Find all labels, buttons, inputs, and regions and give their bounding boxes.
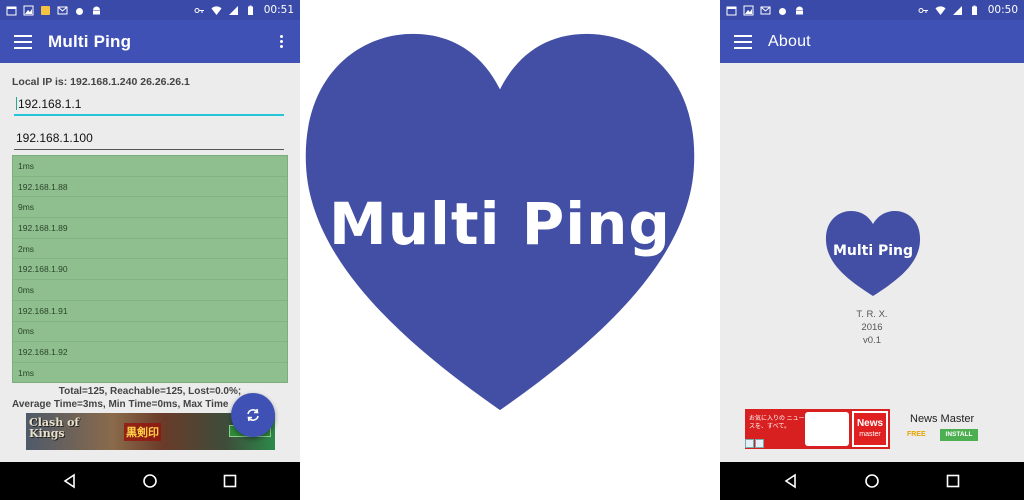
- ad-banner-image: お気に入りの ニュースを、すべて。 News master: [745, 409, 890, 449]
- hamburger-menu-icon[interactable]: [14, 34, 32, 49]
- result-row: 192.168.1.89: [13, 218, 287, 239]
- app-title: Multi Ping: [48, 31, 132, 51]
- ad-app-logo: News master: [852, 411, 888, 447]
- screenshot-root: 00:51 Multi Ping Local IP is: 192.168.1.…: [0, 0, 1024, 500]
- about-year: 2016: [861, 322, 883, 333]
- signal-icon: [952, 5, 963, 16]
- about-info: T. R. X. 2016 v0.1: [720, 308, 1024, 347]
- refresh-icon: [247, 408, 259, 422]
- result-row: 192.168.1.92: [13, 342, 287, 363]
- result-row: 2ms: [13, 239, 287, 260]
- app-logo-panel: Multi Ping: [300, 0, 720, 500]
- result-row: 1ms: [13, 156, 287, 177]
- result-row: 192.168.1.88: [13, 177, 287, 198]
- end-ip-input[interactable]: 192.168.1.100: [14, 128, 284, 150]
- android-icon: [91, 5, 102, 16]
- result-row: 0ms: [13, 322, 287, 343]
- signal-icon: [228, 5, 239, 16]
- mail-icon: [760, 5, 771, 16]
- result-row: 192.168.1.91: [13, 301, 287, 322]
- home-button[interactable]: [860, 469, 884, 493]
- local-ip-label: Local IP is: 192.168.1.240 26.26.26.1: [12, 76, 190, 88]
- result-row: 1ms: [13, 363, 287, 382]
- drop-icon: [777, 5, 788, 16]
- ad-free-label: FREE: [907, 431, 926, 438]
- back-icon: [63, 473, 75, 489]
- image-icon: [743, 5, 754, 16]
- mail-icon: [57, 5, 68, 16]
- result-row: 9ms: [13, 197, 287, 219]
- about-version: v0.1: [863, 335, 881, 346]
- app-bar: About: [720, 20, 1024, 63]
- recents-icon: [947, 474, 960, 488]
- app-bar: Multi Ping: [0, 20, 300, 63]
- calendar-icon: [6, 5, 17, 16]
- about-logo-text: Multi Ping: [832, 243, 914, 259]
- text-caret: [16, 97, 17, 110]
- start-ip-input[interactable]: 192.168.1.1: [14, 94, 284, 116]
- ping-content: Local IP is: 192.168.1.240 26.26.26.1 19…: [0, 63, 300, 462]
- back-icon: [784, 473, 796, 489]
- ad-info-icon[interactable]: [755, 439, 764, 448]
- about-author: T. R. X.: [856, 309, 888, 320]
- main-screen: 00:51 Multi Ping Local IP is: 192.168.1.…: [0, 0, 300, 500]
- status-time: 00:50: [987, 4, 1018, 16]
- ad-choices[interactable]: [745, 439, 764, 448]
- image-icon: [23, 5, 34, 16]
- ad-app-title: News Master: [910, 413, 975, 425]
- about-content: Multi Ping T. R. X. 2016 v0.1 お気に入りの ニュー…: [720, 63, 1024, 462]
- end-ip-value: 192.168.1.100: [16, 131, 93, 145]
- home-button[interactable]: [138, 469, 162, 493]
- more-vert-icon[interactable]: [276, 35, 286, 48]
- calendar-icon: [726, 5, 737, 16]
- recents-icon: [223, 474, 237, 488]
- key-icon: [194, 5, 205, 16]
- system-nav-bar: [720, 462, 1024, 500]
- refresh-fab[interactable]: [231, 393, 275, 437]
- recents-button[interactable]: [218, 469, 242, 493]
- ad-install-button[interactable]: INSTALL: [940, 429, 978, 441]
- alert-icon: [40, 5, 51, 16]
- ad-jp-text: お気に入りの ニュースを、すべて。: [749, 416, 805, 430]
- wifi-icon: [935, 5, 946, 16]
- ad-close-icon[interactable]: [745, 439, 754, 448]
- about-screen: 00:50 About Multi Ping T. R. X. 2016 v0.…: [720, 0, 1024, 500]
- back-button[interactable]: [779, 469, 803, 493]
- result-row: 0ms: [13, 280, 287, 301]
- logo-text: Multi Ping: [329, 190, 671, 258]
- recents-button[interactable]: [941, 469, 965, 493]
- drop-icon: [74, 5, 85, 16]
- ad-game-title: Clash of Kings: [29, 416, 80, 440]
- status-bar: 00:51: [0, 0, 300, 20]
- battery-icon: [245, 5, 256, 16]
- system-nav-bar: [0, 462, 300, 500]
- key-icon: [918, 5, 929, 16]
- hamburger-menu-icon[interactable]: [734, 34, 752, 49]
- ad-phone-image: [805, 412, 849, 446]
- home-icon: [143, 474, 157, 488]
- battery-icon: [969, 5, 980, 16]
- wifi-icon: [211, 5, 222, 16]
- ad-game-subtitle: 黒剣印: [124, 423, 161, 441]
- status-time: 00:51: [263, 4, 294, 16]
- status-bar: 00:50: [720, 0, 1024, 20]
- ping-results-list[interactable]: 1ms 192.168.1.88 9ms 192.168.1.89 2ms 19…: [12, 155, 288, 383]
- result-row: 192.168.1.90: [13, 259, 287, 281]
- android-icon: [794, 5, 805, 16]
- start-ip-value: 192.168.1.1: [18, 97, 82, 111]
- back-button[interactable]: [58, 469, 82, 493]
- about-title: About: [768, 32, 811, 50]
- ad-banner[interactable]: お気に入りの ニュースを、すべて。 News master News Master…: [745, 409, 1005, 449]
- home-icon: [865, 474, 879, 488]
